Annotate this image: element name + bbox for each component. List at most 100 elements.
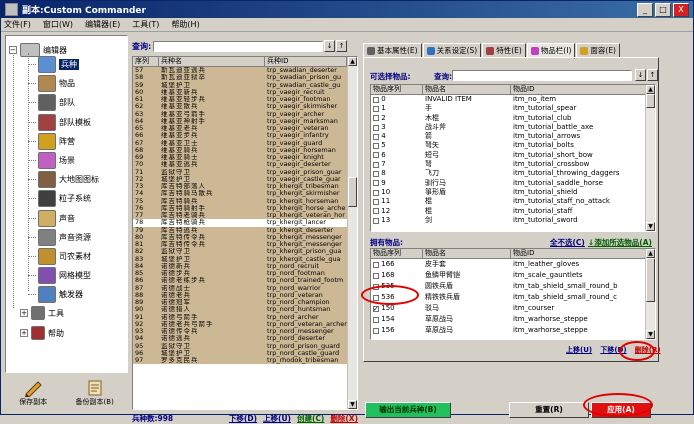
troop-row[interactable]: 71 监狱守卫 trp_vaegir_prison_guar — [133, 168, 357, 176]
troop-row[interactable]: 62 维基亚散兵 trp_vaegir_skirmisher — [133, 103, 357, 111]
tree-item-6[interactable]: 大地图图标 — [38, 171, 99, 189]
troop-col-name[interactable]: 兵种名 — [159, 57, 265, 66]
tab-2[interactable]: 特性(E) — [482, 43, 526, 58]
owned-item-row[interactable]: 156 草原战马 itm_warhorse_steppe — [371, 325, 655, 336]
item-checkbox[interactable] — [373, 152, 379, 159]
troop-row[interactable]: 97 罗多克民兵 trp_rhodok_tribesman — [133, 357, 357, 365]
tree-item-10[interactable]: 司农素材 — [38, 248, 91, 265]
troop-row[interactable]: 81 库吉特传令兵 trp_khergit_messenger — [133, 241, 357, 249]
item-checkbox[interactable] — [373, 327, 379, 334]
troop-row[interactable]: 91 诺德弓箭手 trp_nord_archer — [133, 313, 357, 321]
scroll-up-icon[interactable]: ▲ — [348, 57, 357, 66]
troop-move-up-link[interactable]: 上移(U) — [263, 413, 291, 424]
available-item-row[interactable]: 8 飞刀 itm_tutorial_throwing_daggers — [371, 169, 655, 179]
troop-row[interactable]: 79 库吉特逃兵 trp_khergit_deserter — [133, 226, 357, 234]
item-checkbox[interactable] — [373, 198, 379, 205]
troop-scroll-thumb[interactable] — [348, 177, 357, 207]
tab-1[interactable]: 关系设定(S) — [422, 43, 482, 58]
tree-item-8[interactable]: 声音 — [38, 209, 75, 227]
troop-row[interactable]: 65 维基亚老兵 trp_vaegir_veteran — [133, 125, 357, 133]
troop-row[interactable]: 92 诺德老兵弓箭手 trp_nord_veteran_archer — [133, 320, 357, 328]
save-copy-button[interactable]: 保存副本 — [19, 379, 47, 407]
tree-item-9[interactable]: 声音资源 — [38, 228, 91, 246]
item-checkbox[interactable] — [373, 180, 379, 187]
item-checkbox[interactable] — [373, 96, 379, 103]
available-scrollbar[interactable]: ▲ ▼ — [645, 85, 655, 231]
troop-row[interactable]: 59 城堡护卫 trp_swadian_castle_gu — [133, 81, 357, 89]
troop-list[interactable]: 序列 兵种名 兵种ID 57 斯瓦迪亚逃兵 trp_swadian_deserter… — [132, 56, 358, 410]
troop-row[interactable]: 64 维基亚神射手 trp_vaegir_marksman — [133, 117, 357, 125]
item-checkbox[interactable] — [373, 124, 379, 131]
tab-4[interactable]: 面容(E) — [576, 43, 620, 58]
troop-row[interactable]: 95 监狱守卫 trp_nord_prison_guard — [133, 342, 357, 350]
available-item-row[interactable]: 0 INVALID ITEM itm_no_item — [371, 95, 655, 105]
troop-search-input[interactable] — [153, 40, 324, 52]
troop-scrollbar[interactable]: ▲ ▼ — [347, 57, 357, 409]
available-item-row[interactable]: 13 剑 itm_tutorial_sword — [371, 215, 655, 226]
troop-row[interactable]: 60 维基亚新兵 trp_vaegir_recruit — [133, 88, 357, 96]
troop-row[interactable]: 78 库吉特枪骑兵 trp_khergit_lancer — [133, 219, 357, 227]
available-item-row[interactable]: 6 短弓 itm_tutorial_short_bow — [371, 150, 655, 161]
troop-row[interactable]: 74 库吉特骑马散兵 trp_khergit_skirmisher — [133, 190, 357, 198]
item-checkbox[interactable] — [373, 217, 379, 224]
item-search-prev-button[interactable]: ↑ — [647, 69, 658, 81]
troop-row[interactable]: 70 维基亚逃兵 trp_vaegir_deserter — [133, 161, 357, 169]
troop-delete-link[interactable]: 删除(X) — [330, 413, 358, 424]
item-checkbox[interactable] — [373, 189, 379, 196]
expand-icon[interactable]: + — [20, 329, 28, 337]
troop-move-down-link[interactable]: 下移(D) — [229, 413, 257, 424]
tree-item-1[interactable]: 物品 — [38, 75, 75, 93]
clear-all-link[interactable]: 全不选(C) — [550, 237, 585, 248]
troop-row[interactable]: 96 城堡护卫 trp_nord_castle_guard — [133, 349, 357, 357]
tree-item-0[interactable]: 兵种 — [38, 56, 79, 73]
tree-item-11[interactable]: 网格模型 — [38, 267, 91, 285]
troop-col-id[interactable]: 兵种ID — [265, 57, 347, 66]
tree-node-tools[interactable]: + 工具 — [20, 306, 64, 320]
editor-tree[interactable]: − 编辑器 兵种 物品 部队 部队模板 阵营 场景 大地图图标 粒子系统 声音 声音资源 司农素材 网格模… — [5, 35, 128, 373]
available-item-row[interactable]: 5 弩矢 itm_tutorial_bolts — [371, 141, 655, 151]
troop-row[interactable]: 88 诺德老兵 trp_nord_veteran — [133, 291, 357, 299]
minimize-button[interactable]: _ — [637, 2, 653, 17]
troop-row[interactable]: 68 维基亚骑兵 trp_vaegir_horseman — [133, 146, 357, 154]
owned-item-row[interactable]: 154 草原战马 itm_warhorse_steppe — [371, 314, 655, 325]
owned-item-row[interactable]: 150驳马itm_courser — [371, 303, 655, 314]
troop-row[interactable]: 67 维基亚卫士 trp_vaegir_guard — [133, 139, 357, 147]
scroll-up-icon[interactable]: ▲ — [646, 85, 655, 94]
item-search-next-button[interactable]: ↓ — [635, 69, 646, 81]
item-checkbox[interactable] — [373, 143, 379, 150]
troop-row[interactable]: 83 城堡护卫 trp_khergit_castle_gua — [133, 255, 357, 263]
menu-editor[interactable]: 编辑器(E) — [85, 19, 120, 30]
troop-row[interactable]: 84 诺德新兵 trp_nord_recruit — [133, 262, 357, 270]
tree-item-7[interactable]: 粒子系统 — [38, 190, 91, 208]
troop-row[interactable]: 87 诺德战士 trp_nord_warrior — [133, 284, 357, 292]
available-items-list[interactable]: 物品序列 物品名 物品ID 0 INVALID ITEM itm_no_item 1… — [370, 84, 656, 232]
troop-row[interactable]: 75 库吉特骑兵 trp_khergit_horseman — [133, 197, 357, 205]
item-checkbox[interactable] — [373, 161, 379, 168]
owned-item-row[interactable]: 166 皮手套 itm_leather_gloves — [371, 259, 655, 270]
troop-row[interactable]: 69 维基亚骑士 trp_vaegir_knight — [133, 154, 357, 162]
title-bar[interactable]: 副本:Custom Commander _ □ X — [1, 1, 693, 18]
troop-row[interactable]: 90 诺德猎人 trp_nord_huntsman — [133, 306, 357, 314]
scroll-down-icon[interactable]: ▼ — [646, 222, 655, 231]
menu-help[interactable]: 帮助(H) — [171, 19, 199, 30]
troop-search-prev-button[interactable]: ↑ — [336, 40, 348, 52]
owned-item-row[interactable]: 168 鱼鳞甲臂铠 itm_scale_gauntlets — [371, 270, 655, 281]
available-item-row[interactable]: 9 驯行马 itm_tutorial_saddle_horse — [371, 178, 655, 188]
tree-item-3[interactable]: 部队模板 — [38, 113, 91, 131]
troop-row[interactable]: 63 维基亚弓箭手 trp_vaegir_archer — [133, 110, 357, 118]
avail-col-id[interactable]: 物品ID — [511, 85, 646, 94]
available-item-row[interactable]: 4 箭 itm_tutorial_arrows — [371, 132, 655, 142]
troop-row[interactable]: 58 斯瓦迪亚狱卒 trp_swadian_prison_gu — [133, 74, 357, 82]
available-item-row[interactable]: 3 战斗斧 itm_tutorial_battle_axe — [371, 122, 655, 133]
export-troop-button[interactable]: 输出当前兵种(B) — [365, 402, 451, 418]
troop-row[interactable]: 72 城堡护卫 trp_vaegir_castle_guar — [133, 175, 357, 183]
item-checkbox[interactable] — [373, 208, 379, 215]
tree-item-2[interactable]: 部队 — [38, 94, 75, 112]
backup-copy-button[interactable]: 备份副本(B) — [76, 379, 114, 407]
troop-row[interactable]: 89 诺德冠军 trp_nord_champion — [133, 299, 357, 307]
troop-row[interactable]: 61 维基亚轻步兵 trp_vaegir_footman — [133, 96, 357, 104]
item-search-input[interactable] — [452, 70, 632, 81]
close-button[interactable]: X — [673, 2, 689, 17]
tree-node-help[interactable]: + 帮助 — [20, 326, 64, 340]
available-scroll-thumb[interactable] — [646, 94, 655, 108]
